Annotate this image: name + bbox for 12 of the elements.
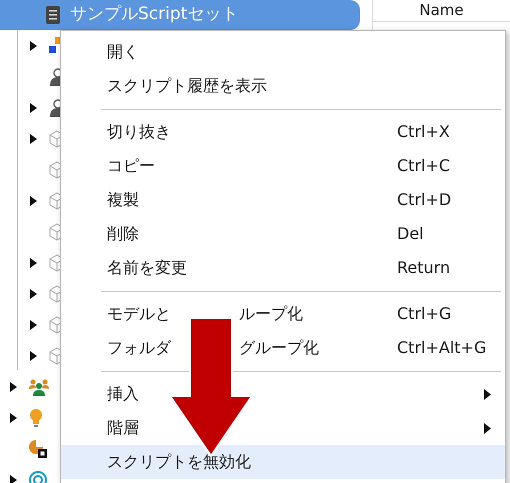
tree-item-label: サンプルScriptセット bbox=[70, 3, 238, 26]
shortcut-label: Ctrl+D bbox=[397, 189, 452, 211]
menu-item-label: グループ化 bbox=[239, 337, 320, 359]
shortcut-label: Return bbox=[397, 257, 452, 279]
shortcut-label: Ctrl+G bbox=[397, 303, 452, 325]
shortcut-label: Ctrl+C bbox=[397, 155, 452, 177]
menu-item-label: モデルと bbox=[107, 303, 172, 325]
menu-item-label: フォルダ bbox=[107, 337, 172, 359]
shortcut-label: Ctrl+Alt+G bbox=[397, 337, 488, 359]
menu-item-label: ループ化 bbox=[239, 303, 304, 325]
shortcut-label: Del bbox=[397, 223, 425, 245]
shortcut-label: Ctrl+X bbox=[397, 121, 451, 143]
